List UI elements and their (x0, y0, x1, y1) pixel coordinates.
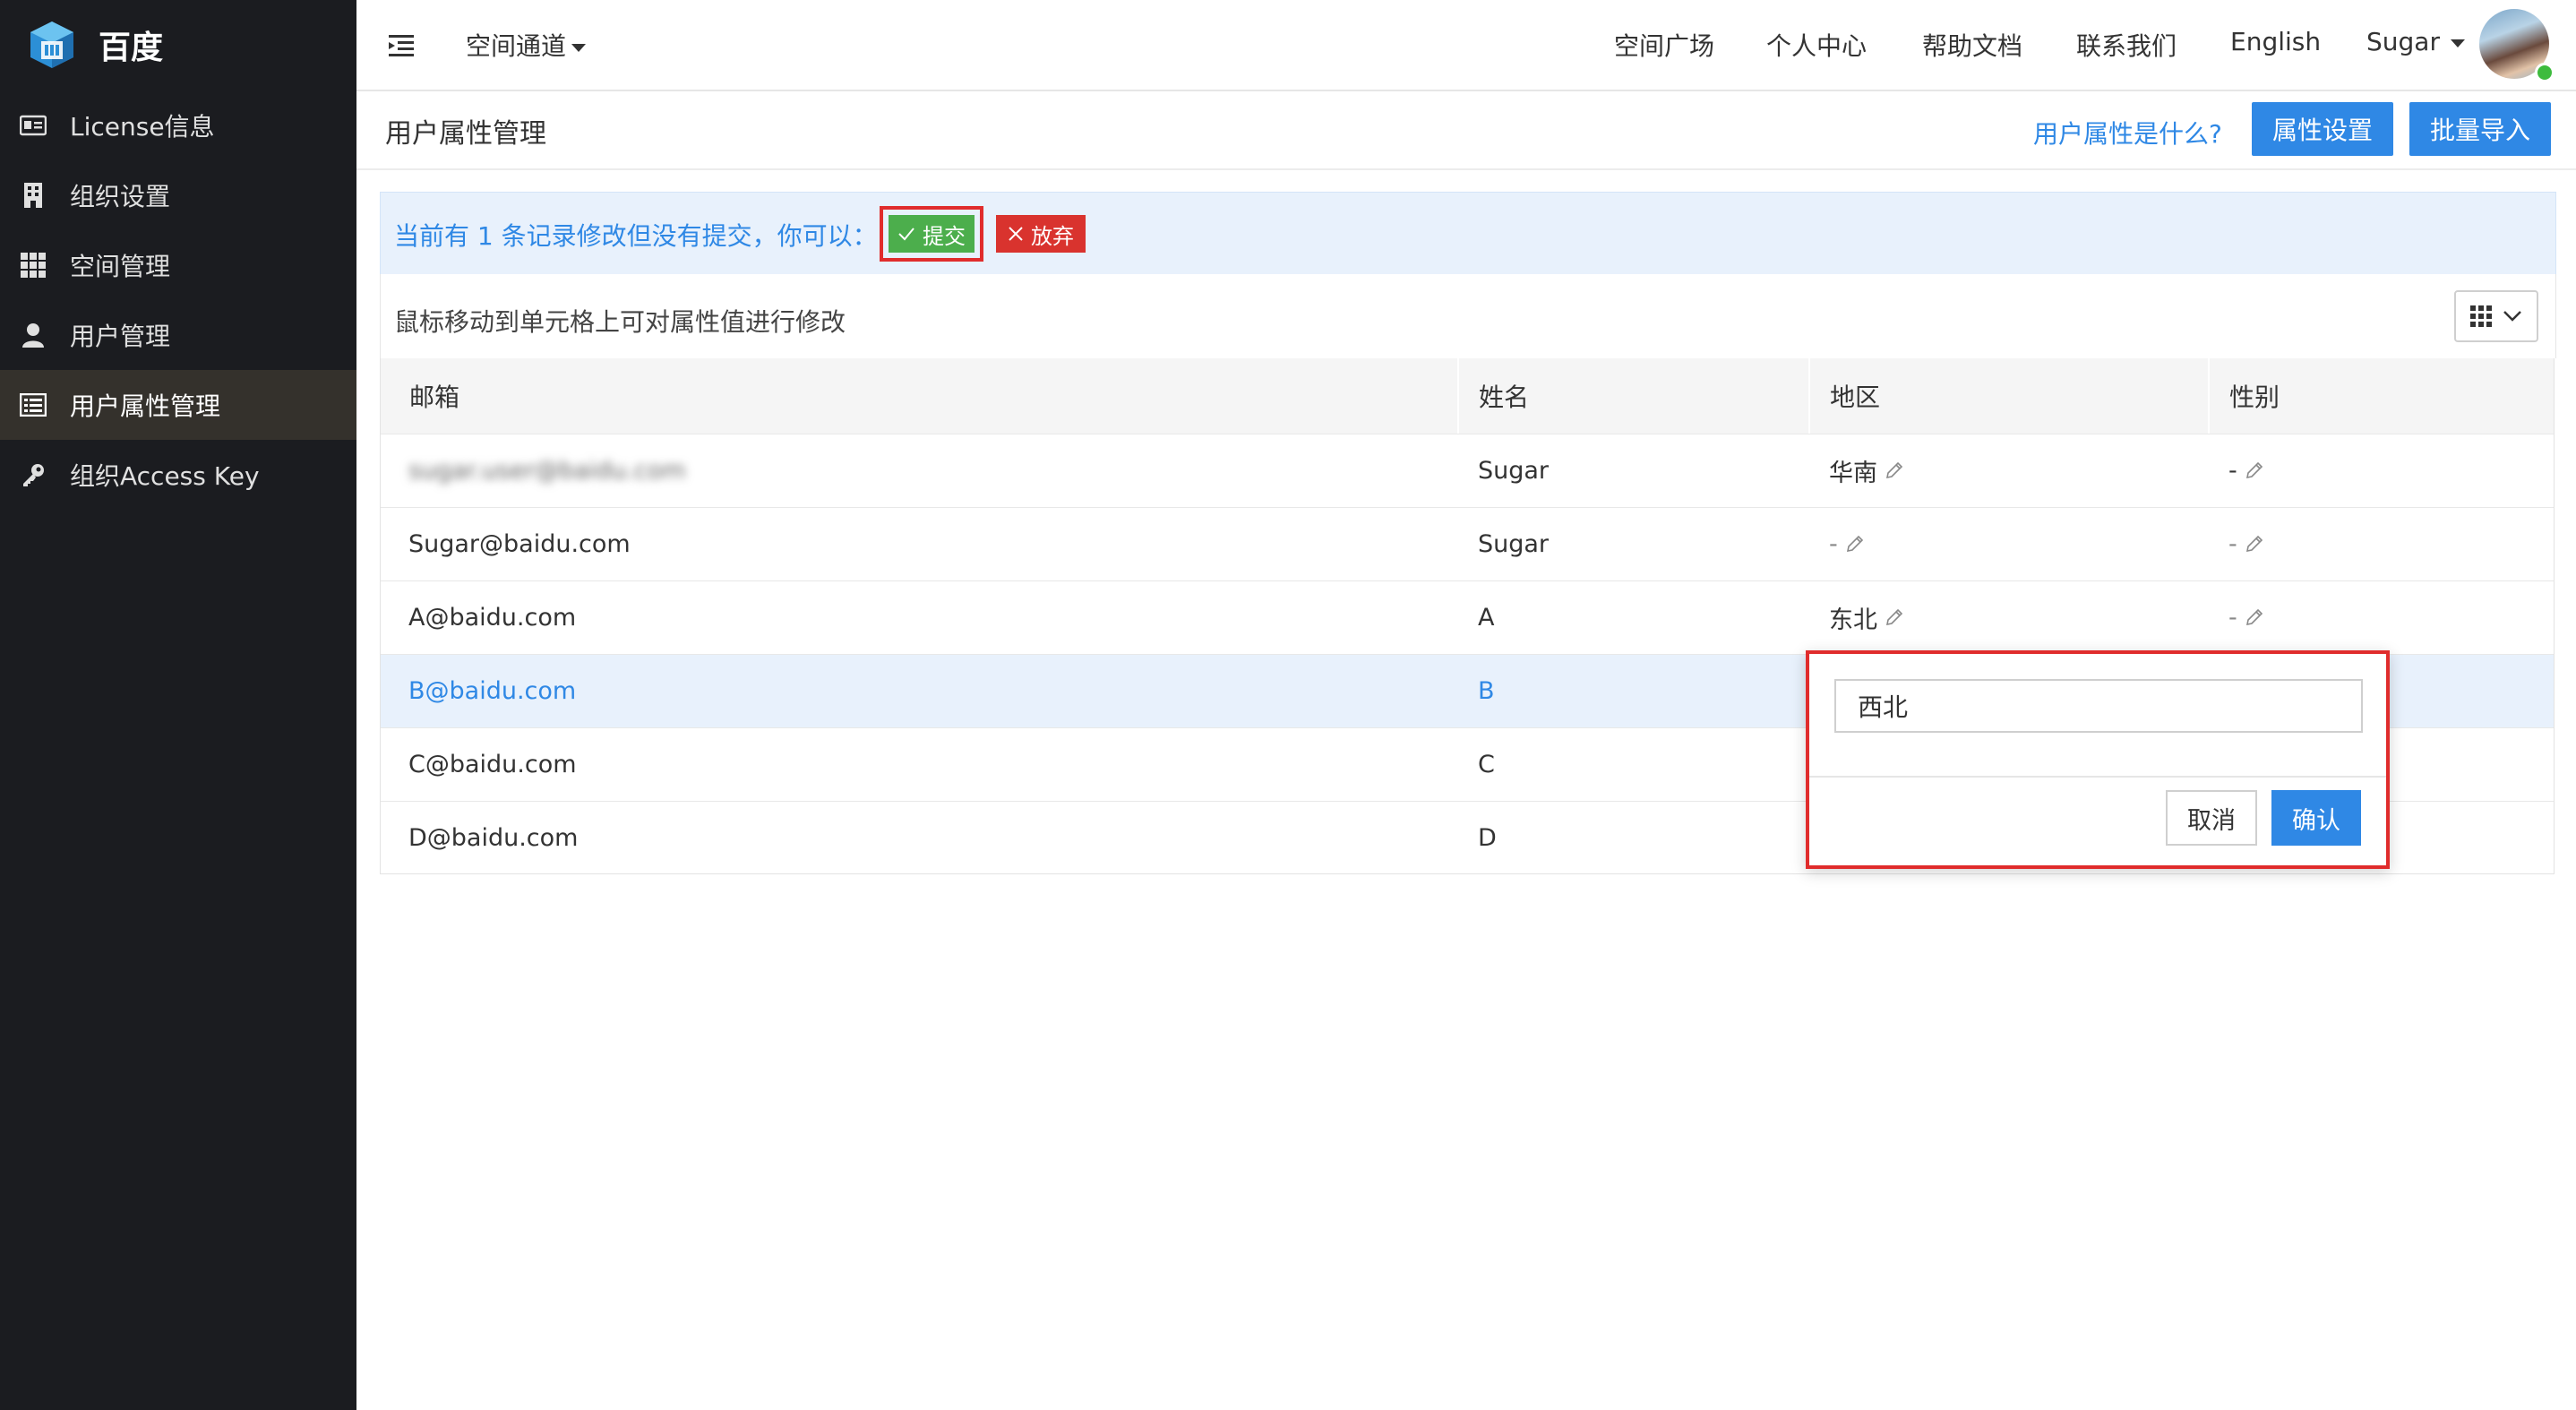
name-cell: Sugar (1478, 456, 1550, 485)
edit-pencil-icon[interactable] (1885, 460, 1904, 480)
name-cell: Sugar (1478, 529, 1550, 558)
batch-import-button[interactable]: 批量导入 (2409, 102, 2551, 156)
gender-cell[interactable]: - (2228, 434, 2264, 507)
name-cell: A (1478, 603, 1495, 632)
sidebar-item-label: 组织设置 (70, 182, 171, 211)
brand-name: 百度 (99, 30, 164, 66)
key-icon (18, 460, 48, 490)
edit-pencil-icon[interactable] (1845, 534, 1865, 554)
region-value: 东北 (1829, 606, 1877, 634)
attribute-settings-button[interactable]: 属性设置 (2252, 102, 2393, 156)
user-icon (18, 320, 48, 350)
region-value: 华南 (1829, 459, 1877, 487)
nav-language-english[interactable]: English (2230, 27, 2321, 56)
nav-space-square[interactable]: 空间广场 (1614, 27, 1714, 63)
sidebar-item-access-key[interactable]: 组织Access Key (0, 440, 356, 510)
popover-confirm-button[interactable]: 确认 (2271, 790, 2361, 846)
caret-down-icon (2450, 39, 2465, 47)
gender-cell[interactable]: - (2228, 507, 2264, 580)
gender-cell[interactable]: - (2228, 580, 2264, 654)
column-toggle-button[interactable] (2454, 290, 2538, 342)
brand[interactable]: 百度 (25, 16, 163, 73)
chevron-down-icon (2503, 311, 2521, 322)
nav-contact-us[interactable]: 联系我们 (2076, 27, 2177, 63)
name-cell: B (1478, 676, 1495, 705)
page-title: 用户属性管理 (385, 118, 546, 150)
sidebar-item-label: 用户属性管理 (70, 391, 221, 421)
sidebar-item-user-attributes[interactable]: 用户属性管理 (0, 370, 356, 440)
sidebar-item-org-settings[interactable]: 组织设置 (0, 160, 356, 230)
sidebar-item-label: 组织Access Key (70, 461, 260, 491)
name-cell: D (1478, 823, 1497, 852)
email-cell: sugar.user@baidu.com (408, 456, 686, 485)
cube-logo-icon (30, 21, 73, 68)
discard-label: 放弃 (1031, 223, 1074, 249)
region-cell[interactable]: - (1829, 507, 1865, 580)
sidebar-item-label: License信息 (70, 112, 215, 142)
region-value: - (1829, 529, 1838, 558)
building-icon (18, 180, 48, 211)
gender-value: - (2228, 456, 2237, 485)
nav-personal-center[interactable]: 个人中心 (1766, 27, 1867, 63)
submit-label: 提交 (923, 223, 966, 249)
sidebar-item-label: 用户管理 (70, 322, 171, 351)
online-status-icon (2535, 63, 2555, 82)
edit-pencil-icon[interactable] (1885, 607, 1904, 627)
hint-text: 鼠标移动到单元格上可对属性值进行修改 (394, 307, 846, 337)
discard-button[interactable]: 放弃 (996, 215, 1086, 253)
sidebar-item-space-management[interactable]: 空间管理 (0, 230, 356, 300)
email-cell: C@baidu.com (408, 750, 577, 778)
sidebar-item-license[interactable]: License信息 (0, 90, 356, 160)
grid-icon (18, 250, 48, 280)
space-switch-label: 空间通道 (466, 31, 567, 61)
edit-pencil-icon[interactable] (2245, 534, 2264, 554)
space-switcher[interactable]: 空间通道 (466, 27, 587, 63)
name-cell: C (1478, 750, 1495, 778)
region-cell[interactable]: 华南 (1829, 434, 1904, 507)
grid-icon (2470, 305, 2492, 327)
email-cell: Sugar@baidu.com (408, 529, 631, 558)
popover-divider (1809, 776, 2386, 778)
sidebar-item-user-management[interactable]: 用户管理 (0, 300, 356, 370)
list-icon (18, 390, 48, 420)
notice-text: 当前有 1 条记录修改但没有提交，你可以： (394, 221, 878, 251)
column-header-region: 地区 (1810, 358, 2210, 434)
email-cell: D@baidu.com (408, 823, 579, 852)
gender-value: - (2228, 529, 2237, 558)
nav-help-docs[interactable]: 帮助文档 (1922, 27, 2022, 63)
email-cell: B@baidu.com (408, 676, 577, 705)
header-divider (356, 168, 2576, 170)
region-edit-input[interactable] (1834, 679, 2363, 733)
submit-button[interactable]: 提交 (889, 215, 975, 253)
check-icon (898, 228, 914, 241)
popover-cancel-button[interactable]: 取消 (2166, 790, 2257, 846)
gender-value: - (2228, 603, 2237, 632)
email-cell: A@baidu.com (408, 603, 577, 632)
id-card-icon (18, 110, 48, 141)
edit-pencil-icon[interactable] (2245, 607, 2264, 627)
menu-collapse-icon[interactable] (387, 30, 416, 59)
column-header-email: 邮箱 (381, 358, 1459, 434)
caret-down-icon (571, 43, 587, 52)
region-cell[interactable]: 东北 (1829, 580, 1904, 654)
edit-pencil-icon[interactable] (2245, 460, 2264, 480)
close-icon (1009, 227, 1023, 241)
user-menu[interactable]: Sugar (2366, 27, 2465, 56)
column-header-name: 姓名 (1459, 358, 1810, 434)
column-header-gender: 性别 (2210, 358, 2554, 434)
sidebar-item-label: 空间管理 (70, 252, 171, 281)
user-name: Sugar (2366, 27, 2440, 56)
help-link-what-is-attribute[interactable]: 用户属性是什么? (2033, 115, 2222, 150)
